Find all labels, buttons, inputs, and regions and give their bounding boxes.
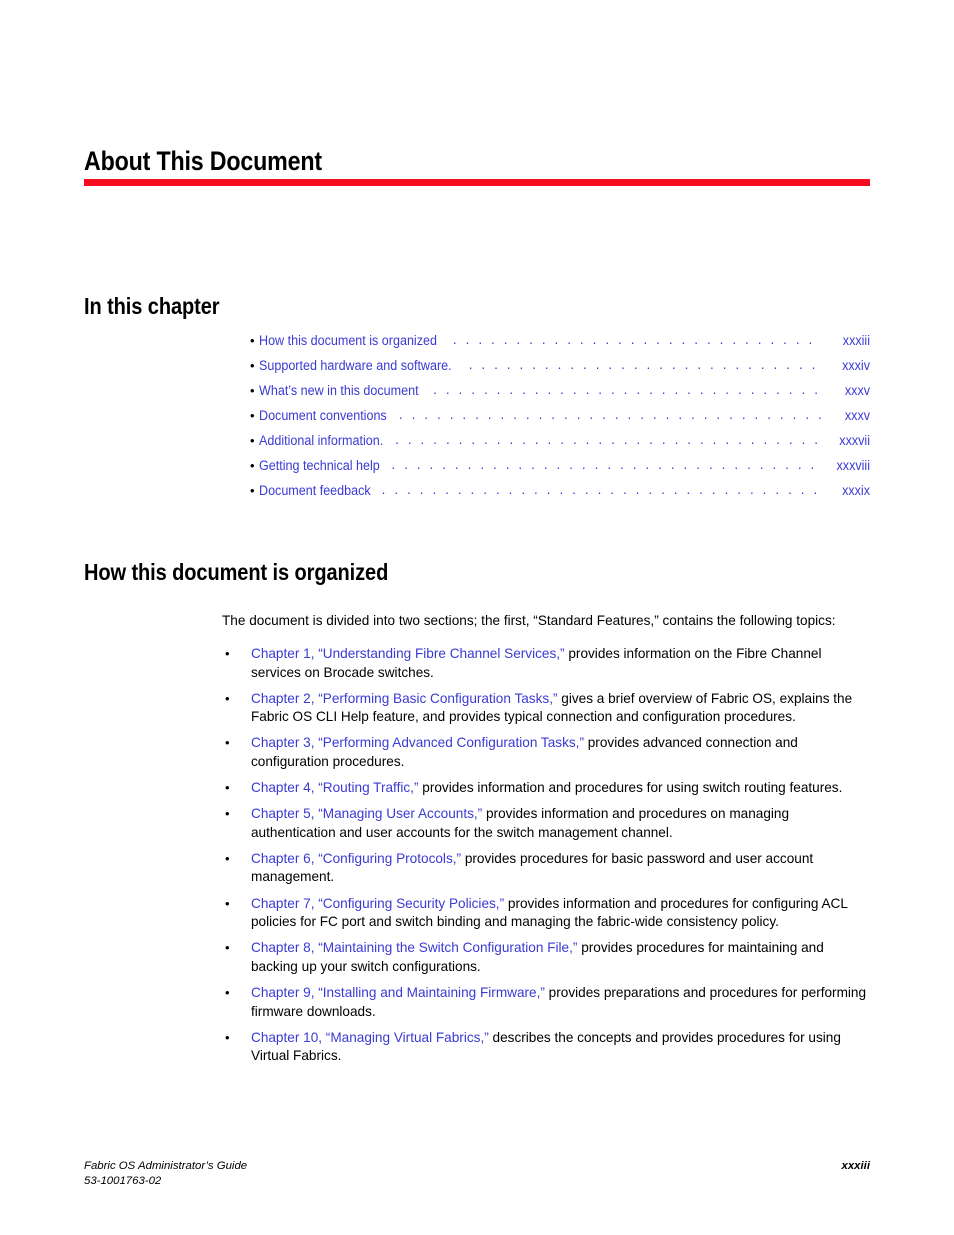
bullet-icon: • (225, 895, 230, 911)
bullet-icon: • (250, 458, 255, 473)
bullet-icon: • (250, 358, 255, 373)
bullet-icon: • (225, 646, 230, 661)
toc-entry-page-number: xxxix (842, 483, 870, 498)
toc-entry-label[interactable]: What’s new in this document (259, 383, 419, 398)
toc-leader-dots: . . . . . . . . . . . . . . . . . . . . … (391, 457, 822, 472)
toc-entry-label[interactable]: Document conventions (259, 408, 387, 423)
chapter-link[interactable]: Chapter 2, “Performing Basic Configurati… (251, 691, 558, 706)
chapter-link[interactable]: Chapter 4, “Routing Traffic,” (251, 780, 418, 795)
list-item: • Chapter 5, “Managing User Accounts,” pr… (222, 805, 870, 842)
toc-entry-label[interactable]: Additional information. (259, 433, 383, 448)
chapter-list: • Chapter 1, “Understanding Fibre Channel… (222, 645, 870, 1073)
toc-entry[interactable]: • How this document is organized . . . . .… (250, 332, 870, 358)
list-item: • Chapter 9, “Installing and Maintaining … (222, 984, 870, 1021)
document-page: About This Document In this chapter • How… (0, 0, 954, 1235)
bullet-icon: • (225, 780, 230, 796)
intro-paragraph: The document is divided into two section… (222, 612, 836, 628)
list-item: • Chapter 6, “Configuring Protocols,” pro… (222, 850, 870, 887)
toc-leader-dots: . . . . . . . . . . . . . . . . . . . . … (468, 357, 822, 372)
toc-entry-label[interactable]: Supported hardware and software. (259, 358, 452, 373)
chapter-link[interactable]: Chapter 10, “Managing Virtual Fabrics,” (251, 1030, 489, 1045)
toc-entry-page-number: xxxvii (839, 433, 870, 448)
toc-leader-dots: . . . . . . . . . . . . . . . . . . . . … (433, 382, 822, 397)
toc-entry-page-number: xxxv (844, 408, 870, 423)
bullet-icon: • (250, 483, 255, 498)
bullet-icon: • (225, 1029, 230, 1045)
toc-entry[interactable]: • Supported hardware and software. . . . .… (250, 357, 870, 383)
toc-entry[interactable]: • Getting technical help . . . . . . . . .… (250, 457, 870, 483)
title-rule-divider (84, 179, 870, 186)
bullet-icon: • (250, 383, 255, 398)
bullet-icon: • (225, 940, 230, 956)
chapter-link[interactable]: Chapter 6, “Configuring Protocols,” (251, 851, 461, 866)
bullet-icon: • (225, 850, 230, 866)
footer-page-number: xxxiii (841, 1160, 871, 1172)
list-item: • Chapter 7, “Configuring Security Polici… (222, 895, 870, 932)
chapter-link[interactable]: Chapter 9, “Installing and Maintaining F… (251, 985, 545, 1000)
toc-entry[interactable]: • Document feedback . . . . . . . . . . . … (250, 482, 870, 508)
bullet-icon: • (225, 806, 230, 822)
toc-entry[interactable]: • Document conventions . . . . . . . . . .… (250, 407, 870, 433)
bullet-icon: • (250, 408, 255, 423)
bullet-icon: • (225, 735, 230, 751)
section-heading-in-this-chapter: In this chapter (84, 293, 220, 320)
toc-entry-page-number: xxxiii (842, 333, 870, 348)
list-item: • Chapter 1, “Understanding Fibre Channel… (222, 645, 870, 682)
toc-entry-page-number: xxxviii (836, 458, 870, 473)
in-this-chapter-toc: • How this document is organized . . . . .… (250, 332, 870, 508)
list-item: • Chapter 8, “Maintaining the Switch Conf… (222, 939, 870, 976)
chapter-link[interactable]: Chapter 8, “Maintaining the Switch Confi… (251, 940, 577, 955)
chapter-link[interactable]: Chapter 1, “Understanding Fibre Channel … (251, 646, 565, 661)
list-item: • Chapter 10, “Managing Virtual Fabrics,”… (222, 1029, 870, 1066)
chapter-link[interactable]: Chapter 7, “Configuring Security Policie… (251, 896, 504, 911)
toc-entry-page-number: xxxv (844, 383, 870, 398)
toc-leader-dots: . . . . . . . . . . . . . . . . . . . . … (452, 332, 822, 347)
chapter-description: provides information and procedures for … (418, 780, 843, 796)
bullet-icon: • (225, 984, 230, 1000)
list-item: • Chapter 3, “Performing Advanced Configu… (222, 734, 870, 771)
toc-entry-label[interactable]: Getting technical help (259, 458, 380, 473)
list-item: • Chapter 4, “Routing Traffic,” provides … (222, 779, 870, 798)
page-title: About This Document (84, 146, 322, 177)
bullet-icon: • (225, 690, 230, 706)
toc-leader-dots: . . . . . . . . . . . . . . . . . . . . … (381, 482, 822, 497)
bullet-icon: • (250, 333, 255, 348)
bullet-icon: • (250, 433, 255, 448)
toc-entry[interactable]: • Additional information. . . . . . . . . … (250, 432, 870, 458)
toc-leader-dots: . . . . . . . . . . . . . . . . . . . . … (395, 432, 822, 447)
toc-entry-page-number: xxxiv (842, 358, 870, 373)
chapter-link[interactable]: Chapter 3, “Performing Advanced Configur… (251, 735, 584, 750)
footer-document-title: Fabric OS Administrator’s Guide 53-10017… (84, 1160, 248, 1187)
list-item: • Chapter 2, “Performing Basic Configurat… (222, 690, 870, 727)
toc-entry-label[interactable]: How this document is organized (259, 333, 437, 348)
toc-entry[interactable]: • What’s new in this document . . . . . . … (250, 382, 870, 408)
section-heading-how-this-document-is-organized: How this document is organized (84, 559, 389, 586)
toc-leader-dots: . . . . . . . . . . . . . . . . . . . . … (398, 407, 822, 422)
chapter-link[interactable]: Chapter 5, “Managing User Accounts,” (251, 806, 482, 821)
toc-entry-label[interactable]: Document feedback (259, 483, 371, 498)
